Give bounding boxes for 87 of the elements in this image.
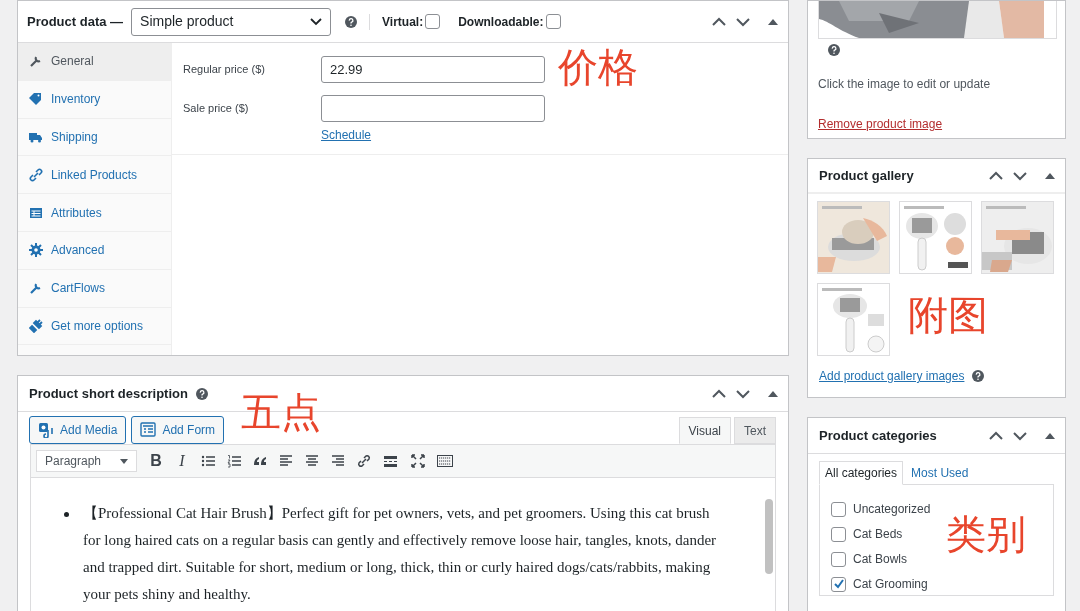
numbered-list-icon[interactable] <box>227 454 241 468</box>
panel-title: Product gallery <box>819 166 914 185</box>
add-gallery-images-link[interactable]: Add product gallery images <box>819 367 965 385</box>
help-icon <box>828 44 840 56</box>
paragraph-text: 【Professional Cat Hair Brush】Perfect gift for pet owners, vets, and pet groomers. Using this cat brush for long haired cats on a regular basis can gently and effectively remove loose hair, tangles, knots, dander and trapped dirt. Suitable for short, medium or long, thick, thin or curly haired dogs/cats/rabbits, making your pets shiny and healthy. <box>83 505 717 602</box>
quote-icon[interactable] <box>253 454 267 468</box>
product-data-tab[interactable]: Advanced <box>18 232 171 270</box>
move-down-icon[interactable] <box>736 388 750 399</box>
collapse-icon[interactable] <box>768 389 778 398</box>
wrench-icon <box>29 281 43 296</box>
chevron-down-icon <box>310 17 323 26</box>
form-icon <box>140 422 157 438</box>
move-down-icon[interactable] <box>1013 170 1027 181</box>
move-up-icon[interactable] <box>712 388 726 399</box>
help-icon <box>195 387 208 400</box>
checkbox[interactable] <box>545 14 561 29</box>
truck-icon <box>29 130 43 144</box>
product-data-tab[interactable]: CartFlows <box>18 269 171 308</box>
move-up-icon[interactable] <box>989 170 1003 181</box>
toolbar-button[interactable]: B <box>149 449 163 473</box>
product-data-tab[interactable]: Linked Products <box>18 156 171 195</box>
price-field[interactable]: 22.99 <box>321 56 545 83</box>
category-label[interactable]: Uncategorized <box>853 500 931 518</box>
collapse-icon[interactable] <box>1045 431 1055 440</box>
checkbox-label: Virtual: <box>382 13 424 31</box>
align-center-icon[interactable] <box>305 454 319 468</box>
annotation-text: 五点 <box>241 392 321 432</box>
product-data-tab[interactable]: Get more options <box>18 307 171 346</box>
move-up-icon[interactable] <box>712 16 726 27</box>
bullet-list-icon[interactable] <box>201 454 215 468</box>
field-label: Sale price ($) <box>183 101 250 116</box>
product-type-select[interactable]: Simple product <box>131 7 332 36</box>
help-icon <box>972 370 985 382</box>
checkbox[interactable] <box>831 551 846 567</box>
checkbox[interactable] <box>831 526 846 542</box>
checkbox[interactable] <box>831 501 846 517</box>
bullet-icon <box>64 512 69 517</box>
tag-icon <box>29 92 43 107</box>
format-select[interactable]: Paragraph <box>36 450 137 472</box>
toolbar-button[interactable]: I <box>175 449 189 473</box>
category-label[interactable]: Cat Grooming <box>853 575 928 593</box>
price-field[interactable] <box>321 95 545 122</box>
plug-icon <box>29 318 43 333</box>
panel-title: Product categories <box>819 426 937 445</box>
product-data-tab[interactable]: Shipping <box>18 118 171 157</box>
remove-image-link[interactable]: Remove product image <box>818 115 943 133</box>
category-tab[interactable]: Most Used <box>906 461 974 485</box>
product-data-tab[interactable]: Attributes <box>18 194 171 232</box>
move-down-icon[interactable] <box>1013 430 1027 441</box>
caret-down-icon <box>120 458 128 464</box>
fullscreen-icon[interactable] <box>411 454 425 468</box>
wrench-icon <box>29 54 43 69</box>
align-right-icon[interactable] <box>331 454 345 468</box>
move-up-icon[interactable] <box>989 430 1003 441</box>
annotation-text: 附图 <box>908 295 988 335</box>
editor-tab[interactable]: Text <box>734 417 776 444</box>
editor-tab[interactable]: Visual <box>678 417 731 444</box>
product-data-tab[interactable]: General <box>18 43 171 81</box>
field-label: Regular price ($) <box>183 62 266 77</box>
link-icon <box>29 167 43 182</box>
table-icon <box>29 205 43 220</box>
read-more-icon[interactable] <box>383 454 399 468</box>
toolbar-button[interactable]: Add Form <box>131 416 225 444</box>
checkbox[interactable] <box>425 14 441 29</box>
panel-title: Product short description <box>29 384 188 403</box>
move-down-icon[interactable] <box>736 16 750 27</box>
annotation-text: 价格 <box>558 47 638 87</box>
toolbar-button[interactable]: Add Media <box>29 416 127 444</box>
scrollbar-thumb[interactable] <box>764 499 773 574</box>
link-icon[interactable] <box>357 454 371 468</box>
help-icon <box>345 15 358 28</box>
gear-icon <box>29 243 43 258</box>
media-icon <box>38 422 54 438</box>
category-tab[interactable]: All categories <box>819 461 904 485</box>
panel-title: Product data — <box>27 12 124 31</box>
checkbox[interactable] <box>831 576 846 592</box>
annotation-text: 类别 <box>946 514 1026 554</box>
collapse-icon[interactable] <box>1045 171 1055 180</box>
product-data-tab[interactable]: Inventory <box>18 80 171 119</box>
category-label[interactable]: Cat Bowls <box>853 550 908 568</box>
toolbar-toggle-icon[interactable] <box>437 454 453 468</box>
category-label[interactable]: Cat Beds <box>853 525 903 543</box>
collapse-icon[interactable] <box>768 17 778 26</box>
checkbox-label: Downloadable: <box>458 13 544 31</box>
hint-text: Click the image to edit or update <box>818 76 992 93</box>
align-left-icon[interactable] <box>279 454 293 468</box>
schedule-link[interactable]: Schedule <box>321 126 372 144</box>
